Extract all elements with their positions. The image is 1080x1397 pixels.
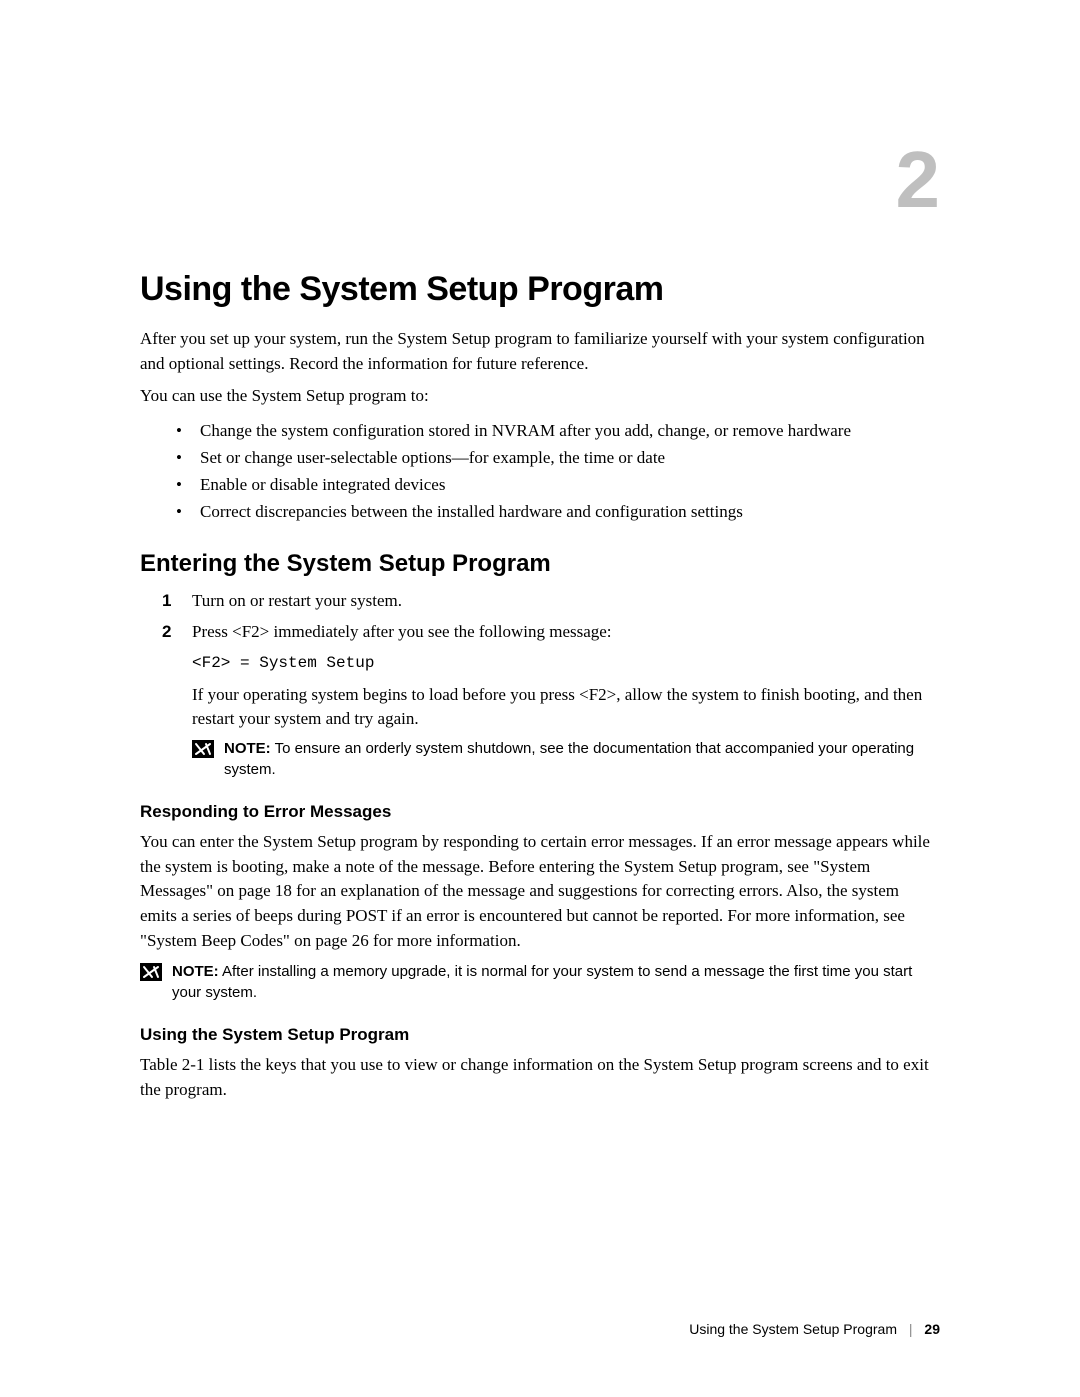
step-text: Turn on or restart your system. <box>192 591 402 610</box>
footer-separator: | <box>909 1321 913 1337</box>
step-continuation: If your operating system begins to load … <box>192 683 940 732</box>
chapter-title: Using the System Setup Program <box>140 270 940 309</box>
list-item: Change the system configuration stored i… <box>162 417 940 444</box>
code-line: <F2> = System Setup <box>192 651 940 675</box>
step-item: Press <F2> immediately after you see the… <box>152 619 940 780</box>
note-text: NOTE: After installing a memory upgrade,… <box>172 961 940 1003</box>
note-body: After installing a memory upgrade, it is… <box>172 963 912 1001</box>
note-icon <box>140 963 162 981</box>
chapter-number: 2 <box>896 140 941 220</box>
heading-responding: Responding to Error Messages <box>140 802 940 822</box>
intro-bullet-list: Change the system configuration stored i… <box>140 417 940 526</box>
note-label: NOTE: <box>224 740 271 757</box>
document-page: 2 Using the System Setup Program After y… <box>0 0 1080 1397</box>
note-label: NOTE: <box>172 963 219 980</box>
page-footer: Using the System Setup Program | 29 <box>689 1321 940 1337</box>
responding-paragraph: You can enter the System Setup program b… <box>140 830 940 953</box>
intro-paragraph-2: You can use the System Setup program to: <box>140 384 940 409</box>
note-icon <box>192 740 214 758</box>
step-text: Press <F2> immediately after you see the… <box>192 622 612 641</box>
list-item: Set or change user-selectable options—fo… <box>162 444 940 471</box>
page-number: 29 <box>924 1321 940 1337</box>
footer-title: Using the System Setup Program <box>689 1321 897 1337</box>
heading-entering: Entering the System Setup Program <box>140 550 940 578</box>
using-paragraph: Table 2-1 lists the keys that you use to… <box>140 1053 940 1102</box>
step-item: Turn on or restart your system. <box>152 588 940 614</box>
steps-list: Turn on or restart your system. Press <F… <box>140 588 940 780</box>
note-block: NOTE: To ensure an orderly system shutdo… <box>192 738 940 780</box>
heading-using: Using the System Setup Program <box>140 1025 940 1045</box>
list-item: Enable or disable integrated devices <box>162 471 940 498</box>
note-text: NOTE: To ensure an orderly system shutdo… <box>224 738 940 780</box>
intro-paragraph-1: After you set up your system, run the Sy… <box>140 327 940 376</box>
list-item: Correct discrepancies between the instal… <box>162 498 940 525</box>
note-block: NOTE: After installing a memory upgrade,… <box>140 961 940 1003</box>
note-body: To ensure an orderly system shutdown, se… <box>224 740 914 778</box>
